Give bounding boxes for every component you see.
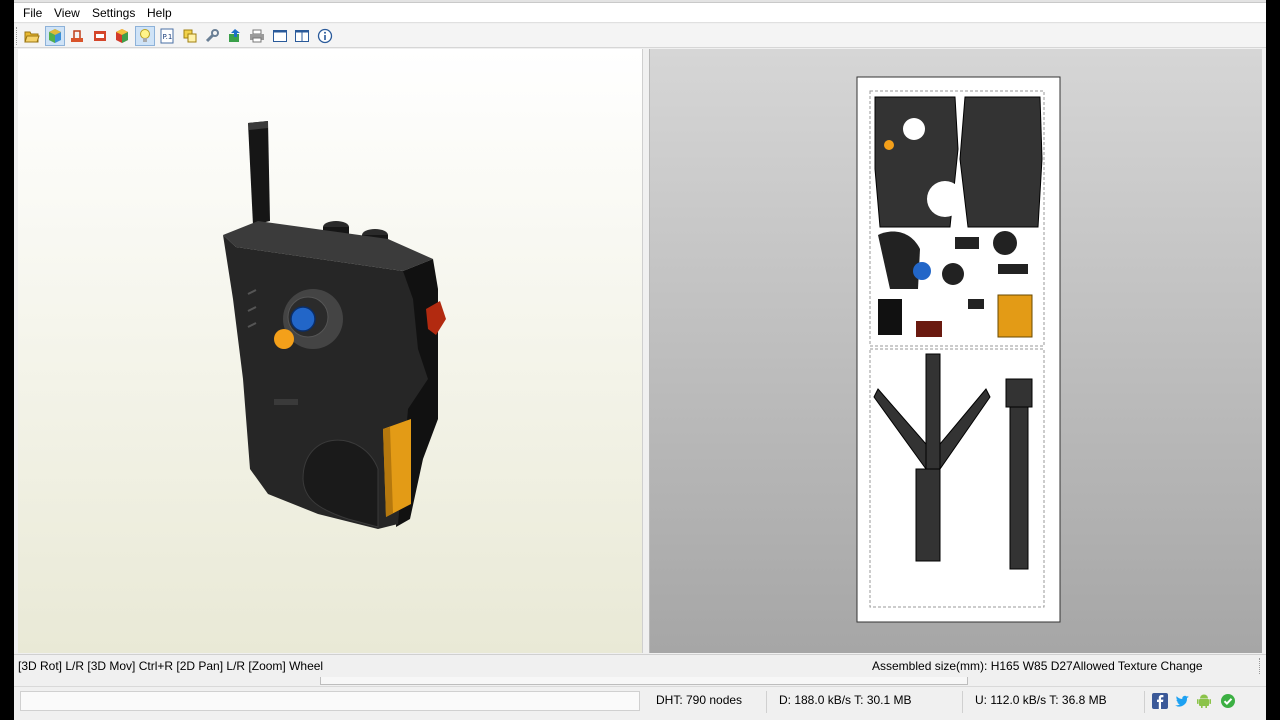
- open-folder-icon: [24, 31, 40, 43]
- dual-pane-icon: [295, 30, 309, 42]
- copy-pieces-button[interactable]: [180, 26, 200, 46]
- menu-help[interactable]: Help: [144, 6, 175, 20]
- settings-wrench-button[interactable]: [202, 26, 222, 46]
- printer-button[interactable]: [247, 26, 267, 46]
- separator: [766, 691, 767, 713]
- dual-pane-button[interactable]: [292, 26, 312, 46]
- copy-pieces-icon: [183, 29, 197, 43]
- upload-speed: U: 112.0 kB/s T: 36.8 MB: [975, 693, 1107, 707]
- lighting-button[interactable]: [135, 26, 155, 46]
- toolbar-grip: [16, 27, 19, 45]
- pattern-viewport[interactable]: [650, 49, 1263, 653]
- horizontal-scrollbar[interactable]: [320, 677, 968, 685]
- 3d-view-pane[interactable]: [18, 49, 643, 653]
- single-pane-button[interactable]: [270, 26, 290, 46]
- 2d-pattern-pane[interactable]: [649, 49, 1262, 653]
- android-icon[interactable]: [1196, 693, 1212, 709]
- 3d-model-viewport[interactable]: [18, 49, 643, 653]
- status-bar: [3D Rot] L/R [3D Mov] Ctrl+R [2D Pan] L/…: [14, 654, 1266, 676]
- separator: [962, 691, 963, 713]
- unfold-icon: [71, 30, 83, 42]
- status-ok-icon: [1221, 694, 1235, 708]
- info-icon: [317, 28, 333, 44]
- menu-settings[interactable]: Settings: [89, 6, 138, 20]
- facebook-icon[interactable]: [1152, 693, 1168, 709]
- status-grip: [1259, 658, 1260, 674]
- 3d-cube-icon: [49, 29, 61, 43]
- dht-nodes: DHT: 790 nodes: [656, 693, 743, 707]
- lightbulb-icon: [140, 29, 150, 42]
- printer-icon: [250, 29, 264, 43]
- menu-bar: File View Settings Help: [14, 3, 1266, 23]
- toolbar: P.1: [14, 24, 1266, 48]
- print-icon: [94, 31, 106, 41]
- print-pattern-button[interactable]: [90, 26, 110, 46]
- page-number-icon: P.1: [160, 28, 174, 44]
- app-window: File View Settings Help P.1 [3D Rot] L/R…: [14, 0, 1266, 720]
- page-number-button[interactable]: P.1: [157, 26, 177, 46]
- export-icon: [229, 29, 240, 42]
- about-button[interactable]: [315, 26, 335, 46]
- separator: [1144, 691, 1145, 713]
- bottom-empty-field: [20, 691, 640, 711]
- wrench-icon: [205, 29, 219, 43]
- download-speed: D: 188.0 kB/s T: 30.1 MB: [779, 693, 912, 707]
- menu-view[interactable]: View: [51, 6, 83, 20]
- svg-text:P.1: P.1: [163, 33, 173, 41]
- open-folder-button[interactable]: [22, 26, 42, 46]
- 3d-model: [223, 121, 446, 529]
- twitter-icon[interactable]: [1174, 693, 1190, 709]
- export-button[interactable]: [225, 26, 245, 46]
- texture-cube-icon: [116, 29, 128, 43]
- single-pane-icon: [273, 30, 287, 42]
- bottom-bar: DHT: 790 nodes D: 188.0 kB/s T: 30.1 MB …: [14, 686, 1266, 720]
- status-assembled-size: Assembled size(mm): H165 W85 D27Allowed …: [872, 659, 1203, 673]
- 3d-view-button[interactable]: [45, 26, 65, 46]
- status-controls-hint: [3D Rot] L/R [3D Mov] Ctrl+R [2D Pan] L/…: [18, 659, 324, 673]
- menu-file[interactable]: File: [20, 6, 45, 20]
- unfold-button[interactable]: [67, 26, 87, 46]
- texture-cube-button[interactable]: [112, 26, 132, 46]
